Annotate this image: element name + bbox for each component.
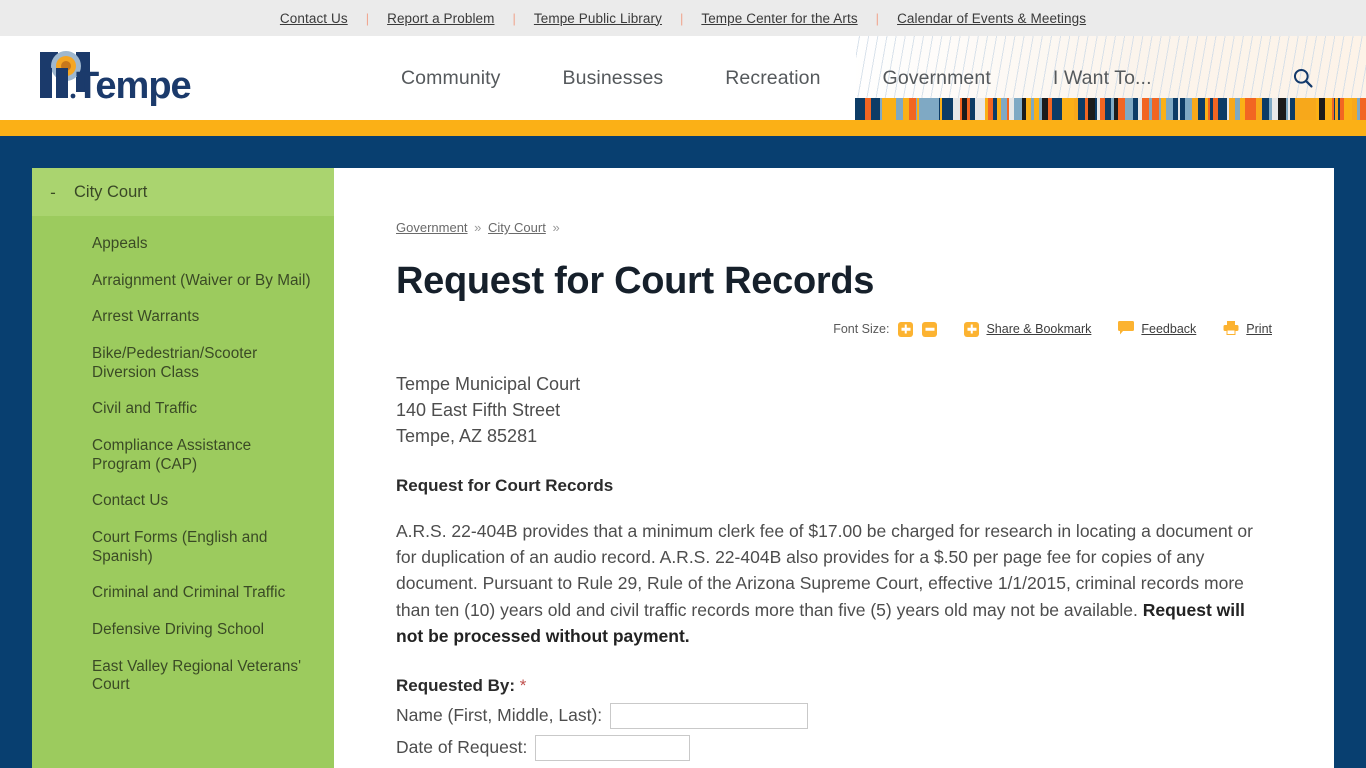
- print-group[interactable]: Print: [1223, 320, 1272, 338]
- requested-by-section-label: Requested By: *: [396, 676, 1272, 696]
- font-size-label: Font Size:: [833, 322, 890, 337]
- utility-link-tempe-public-library[interactable]: Tempe Public Library: [516, 11, 680, 26]
- nav-item-recreation[interactable]: Recreation: [694, 67, 851, 90]
- sidebar-section-title: City Court: [74, 182, 148, 201]
- font-decrease-icon[interactable]: [922, 321, 938, 337]
- sidebar-item-arrest-warrants[interactable]: Arrest Warrants: [32, 299, 334, 336]
- content-sub-heading: Request for Court Records: [396, 475, 614, 495]
- utility-link-contact-us[interactable]: Contact Us: [262, 11, 366, 26]
- sidebar-item-civil-and-traffic[interactable]: Civil and Traffic: [32, 391, 334, 428]
- date-of-request-field-label: Date of Request:: [396, 737, 528, 758]
- sidebar-item-contact-us[interactable]: Contact Us: [32, 483, 334, 520]
- requested-by-text: Requested By:: [396, 675, 516, 695]
- tempe-logo[interactable]: Tempe: [32, 48, 232, 112]
- gold-divider-rule: [0, 120, 1366, 136]
- address-line-street: 140 East Fifth Street: [396, 399, 561, 420]
- court-address-block: Tempe Municipal Court 140 East Fifth Str…: [396, 372, 1272, 450]
- sidebar-item-criminal-and-criminal-traffic[interactable]: Criminal and Criminal Traffic: [32, 575, 334, 612]
- required-field-marker: *: [519, 675, 527, 695]
- breadcrumb-item-government[interactable]: Government: [396, 220, 468, 235]
- share-and-bookmark-group[interactable]: Share & Bookmark: [964, 321, 1091, 337]
- sidebar-item-diversion-class[interactable]: Bike/Pedestrian/Scooter Diversion Class: [32, 336, 334, 391]
- share-and-bookmark-link[interactable]: Share & Bookmark: [986, 322, 1091, 336]
- page-title: Request for Court Records: [396, 260, 875, 302]
- sidebar-item-veterans-court[interactable]: East Valley Regional Veterans' Court: [32, 649, 334, 704]
- breadcrumb-item-city-court[interactable]: City Court: [488, 220, 546, 235]
- main-content-panel: Government » City Court » Request for Co…: [334, 168, 1334, 768]
- share-plus-icon[interactable]: [964, 321, 980, 337]
- svg-text:Tempe: Tempe: [76, 65, 191, 107]
- sidebar-item-appeals[interactable]: Appeals: [32, 226, 334, 263]
- form-row-name: Name (First, Middle, Last):: [396, 702, 1272, 729]
- feedback-speech-bubble-icon[interactable]: [1118, 320, 1135, 338]
- nav-item-community[interactable]: Community: [370, 67, 532, 90]
- section-sidebar: - City Court Appeals Arraignment (Waiver…: [32, 168, 334, 768]
- sidebar-item-arraignment[interactable]: Arraignment (Waiver or By Mail): [32, 263, 334, 300]
- utility-bar: Contact Us | Report a Problem | Tempe Pu…: [0, 0, 1366, 36]
- address-line-city-state-zip: Tempe, AZ 85281: [396, 425, 538, 446]
- name-field[interactable]: [610, 702, 809, 729]
- date-of-request-field[interactable]: [535, 734, 691, 761]
- page-frame: - City Court Appeals Arraignment (Waiver…: [0, 136, 1366, 768]
- sidebar-collapse-toggle-icon[interactable]: -: [48, 184, 58, 201]
- font-increase-icon[interactable]: [898, 321, 914, 337]
- print-link[interactable]: Print: [1246, 322, 1272, 336]
- nav-item-i-want-to[interactable]: I Want To...: [1022, 67, 1183, 90]
- page-tools-bar: Font Size: Share & Bookmark Feedback Pri…: [396, 320, 1272, 338]
- utility-link-tempe-center-for-the-arts[interactable]: Tempe Center for the Arts: [683, 11, 875, 26]
- printer-icon[interactable]: [1223, 320, 1239, 338]
- search-icon[interactable]: [1286, 61, 1320, 95]
- feedback-group[interactable]: Feedback: [1118, 320, 1196, 338]
- fee-policy-text: A.R.S. 22-404B provides that a minimum c…: [396, 520, 1253, 620]
- name-field-label: Name (First, Middle, Last):: [396, 705, 603, 726]
- sidebar-item-court-forms[interactable]: Court Forms (English and Spanish): [32, 520, 334, 575]
- sidebar-item-compliance-assistance-program[interactable]: Compliance Assistance Program (CAP): [32, 428, 334, 483]
- fee-policy-paragraph: A.R.S. 22-404B provides that a minimum c…: [396, 518, 1272, 650]
- masthead-stripe-band: [855, 98, 1366, 120]
- feedback-link[interactable]: Feedback: [1141, 322, 1196, 336]
- sidebar-item-list: Appeals Arraignment (Waiver or By Mail) …: [32, 216, 334, 704]
- address-line-court-name: Tempe Municipal Court: [396, 373, 581, 394]
- breadcrumb-separator: »: [474, 220, 482, 235]
- site-masthead: Tempe Community Businesses Recreation Go…: [0, 36, 1366, 120]
- form-row-date-of-request: Date of Request:: [396, 734, 1272, 761]
- breadcrumb-separator-trailing: »: [552, 220, 560, 235]
- sidebar-item-defensive-driving-school[interactable]: Defensive Driving School: [32, 612, 334, 649]
- sidebar-section-header[interactable]: - City Court: [32, 168, 334, 216]
- utility-link-calendar-of-events[interactable]: Calendar of Events & Meetings: [879, 11, 1104, 26]
- breadcrumb: Government » City Court »: [396, 220, 1272, 235]
- nav-item-government[interactable]: Government: [852, 67, 1022, 90]
- nav-item-businesses[interactable]: Businesses: [532, 67, 695, 90]
- utility-link-report-a-problem[interactable]: Report a Problem: [369, 11, 512, 26]
